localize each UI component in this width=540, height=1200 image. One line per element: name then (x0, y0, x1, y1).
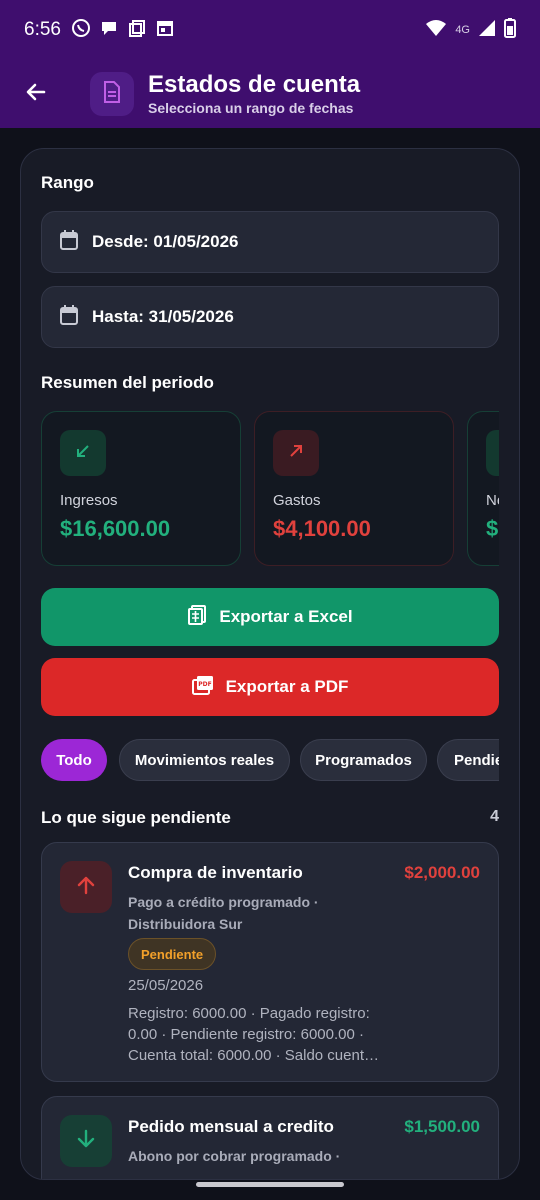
arrow-down-icon (75, 1128, 97, 1155)
summary-label-net: Ne (486, 492, 499, 509)
income-icon-badge (60, 1115, 112, 1167)
pending-item-title: Pedido mensual a credito (128, 1117, 334, 1136)
summary-card-net[interactable]: Ne $ (467, 411, 499, 566)
filter-chip-label: Programados (315, 751, 412, 769)
filter-chip-label: Movimientos reales (134, 751, 275, 769)
status-time: 6:56 (24, 19, 61, 40)
pending-item-date: 25/05/2026 (128, 977, 204, 994)
summary-scroller[interactable]: Ingresos $16,600.00 Gastos $4,100.00 Ne … (41, 149, 499, 589)
summary-amount-net: $ (486, 516, 499, 541)
net-icon-badge (486, 430, 499, 476)
summary-label-income: Ingresos (60, 492, 118, 509)
spreadsheet-icon (187, 604, 207, 630)
home-indicator[interactable] (196, 1182, 344, 1187)
status-badge: Pendiente (128, 938, 217, 970)
pending-item-amount: $2,000.00 (404, 863, 480, 882)
pending-label: Lo que sigue pendiente (41, 808, 231, 827)
pending-item-detail: Registro: 6000.00 · Pagado registro: 0.0… (128, 1005, 380, 1064)
whatsapp-icon (71, 18, 91, 43)
export-pdf-label: Exportar a PDF (225, 677, 349, 696)
arrow-up-right-icon (287, 442, 305, 465)
filter-chip-real[interactable]: Movimientos reales (119, 739, 290, 781)
arrow-down-left-icon (74, 442, 92, 465)
signal-icon (478, 19, 496, 42)
pending-item-amount: $1,500.00 (404, 1117, 480, 1136)
filter-chip-label: Todo (56, 751, 92, 769)
filter-chip-all[interactable]: Todo (41, 739, 107, 781)
filter-chip-label: Pendie (454, 751, 499, 769)
page-subtitle: Selecciona un rango de fechas (148, 100, 354, 116)
statement-card: Rango Desde: 01/05/2026 Hasta: 31/05/202… (20, 148, 520, 1180)
status-bar: 6:56 4G (0, 0, 540, 60)
export-excel-button[interactable]: Exportar a Excel (41, 588, 499, 646)
calendar-app-icon (155, 18, 175, 43)
wifi-icon (425, 19, 447, 42)
pending-item[interactable]: Compra de inventario $2,000.00 Pago a cr… (41, 842, 499, 1082)
copy-icon (127, 18, 147, 43)
svg-text:PDF: PDF (198, 681, 211, 688)
summary-label-expense: Gastos (273, 492, 321, 509)
pdf-icon: PDF (191, 675, 214, 700)
export-excel-label: Exportar a Excel (219, 607, 353, 626)
summary-card-income[interactable]: Ingresos $16,600.00 (41, 411, 241, 566)
summary-card-expense[interactable]: Gastos $4,100.00 (254, 411, 454, 566)
pending-item-description: Abono por cobrar programado · (128, 1148, 341, 1164)
income-icon-badge (60, 430, 106, 476)
filter-chip-pending[interactable]: Pendie (437, 739, 499, 781)
export-pdf-button[interactable]: PDF Exportar a PDF (41, 658, 499, 716)
page-title: Estados de cuenta (148, 71, 361, 98)
arrow-back-icon (24, 80, 48, 109)
filter-chip-scheduled[interactable]: Programados (300, 739, 427, 781)
pending-item-title: Compra de inventario (128, 863, 303, 882)
summary-amount-income: $16,600.00 (60, 516, 171, 541)
pending-item-description: Pago a crédito programado · Distribuidor… (128, 894, 319, 932)
arrow-up-icon (75, 874, 97, 901)
summary-amount-expense: $4,100.00 (273, 516, 371, 541)
expense-icon-badge (60, 861, 112, 913)
expense-icon-badge (273, 430, 319, 476)
document-icon (103, 80, 121, 108)
back-button[interactable] (6, 60, 66, 128)
network-type: 4G (455, 24, 470, 36)
app-bar: Estados de cuenta Selecciona un rango de… (0, 60, 540, 128)
pending-item[interactable]: Pedido mensual a credito $1,500.00 Abono… (41, 1096, 499, 1179)
battery-icon (504, 17, 516, 43)
document-badge (90, 72, 134, 116)
chat-bubble-icon (99, 18, 119, 43)
pending-count: 4 (490, 808, 499, 825)
